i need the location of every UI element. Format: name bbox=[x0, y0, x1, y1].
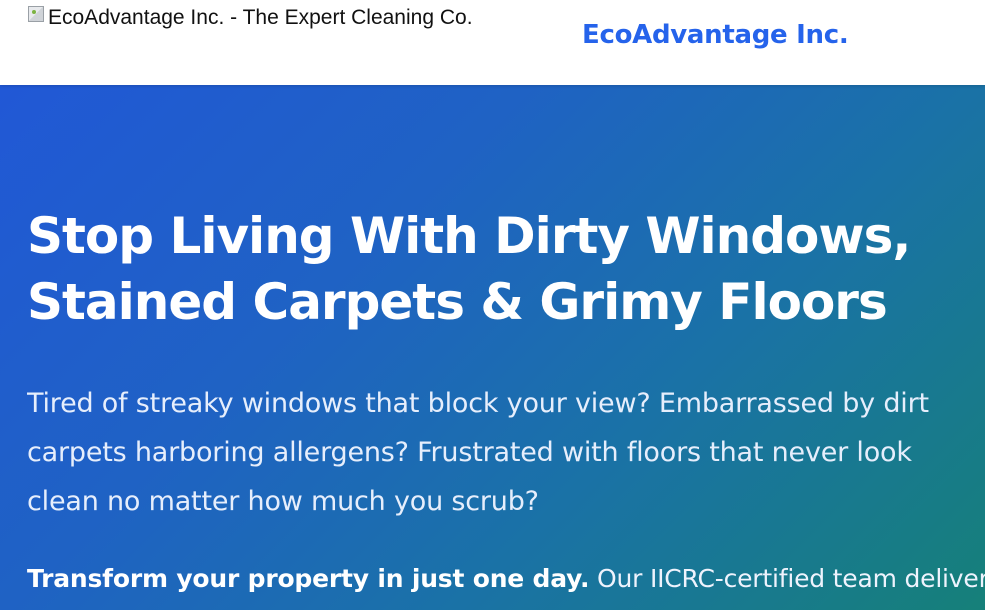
hero-headline-line-2: Stained Carpets & Grimy Floors bbox=[27, 273, 888, 331]
hero-subtext-line-1: Tired of streaky windows that block your… bbox=[27, 388, 929, 419]
transform-rest-text: Our IICRC-certified team delivers bbox=[589, 564, 985, 593]
broken-image-icon bbox=[28, 6, 44, 22]
hero-subtext-line-2: carpets harboring allergens? Frustrated … bbox=[27, 437, 912, 468]
hero-subtext: Tired of streaky windows that block your… bbox=[27, 379, 985, 526]
logo-alt-text: EcoAdvantage Inc. - The Expert Cleaning … bbox=[48, 6, 473, 29]
transform-bold-text: Transform your property in just one day. bbox=[27, 564, 590, 593]
hero-transform-text: Transform your property in just one day.… bbox=[27, 561, 985, 597]
hero-headline-line-1: Stop Living With Dirty Windows, bbox=[27, 207, 911, 265]
brand-name-link[interactable]: EcoAdvantage Inc. bbox=[582, 20, 849, 50]
logo-link[interactable]: EcoAdvantage Inc. - The Expert Cleaning … bbox=[28, 4, 473, 32]
hero-section: Stop Living With Dirty Windows, Stained … bbox=[0, 85, 985, 610]
page: EcoAdvantage Inc. - The Expert Cleaning … bbox=[0, 0, 985, 610]
hero-subtext-line-3: clean no matter how much you scrub? bbox=[27, 486, 539, 517]
site-header: EcoAdvantage Inc. - The Expert Cleaning … bbox=[0, 0, 985, 85]
hero-headline: Stop Living With Dirty Windows, Stained … bbox=[27, 203, 967, 335]
